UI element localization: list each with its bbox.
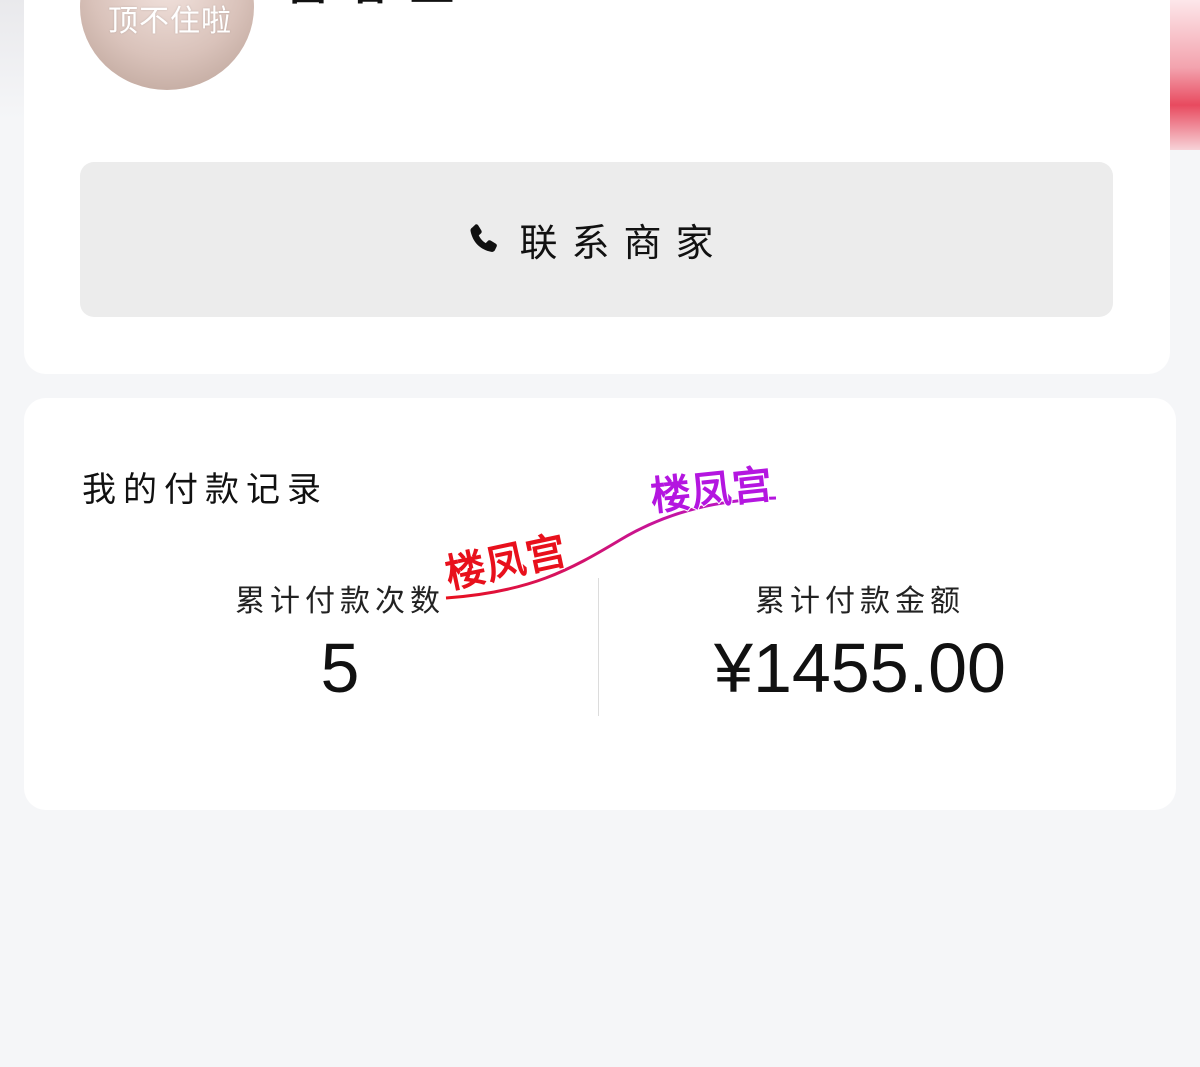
user-nickname: 雷春玉 (286, 0, 472, 12)
payment-count-label: 累计付款次数 (235, 584, 445, 619)
payment-count-value: 5 (320, 629, 360, 707)
section-title: 我的付款记录 (82, 470, 328, 510)
phone-icon (470, 223, 498, 252)
profile-card: 顶不住啦 雷春玉 联系商家 (24, 0, 1170, 374)
payment-amount-label: 累计付款金额 (755, 584, 965, 619)
contact-merchant-label: 联系商家 (519, 221, 728, 265)
avatar-caption: 顶不住啦 (108, 5, 232, 38)
stat-divider (598, 578, 599, 716)
payment-record-card: 我的付款记录 累计付款次数 5 累计付款金额 ¥1455.00 (24, 398, 1176, 810)
avatar[interactable]: 顶不住啦 (80, 0, 254, 90)
background-decoration (1170, 0, 1200, 150)
contact-merchant-button[interactable]: 联系商家 (80, 162, 1113, 317)
payment-amount-value: ¥1455.00 (714, 629, 1006, 707)
background-edge (0, 0, 24, 120)
